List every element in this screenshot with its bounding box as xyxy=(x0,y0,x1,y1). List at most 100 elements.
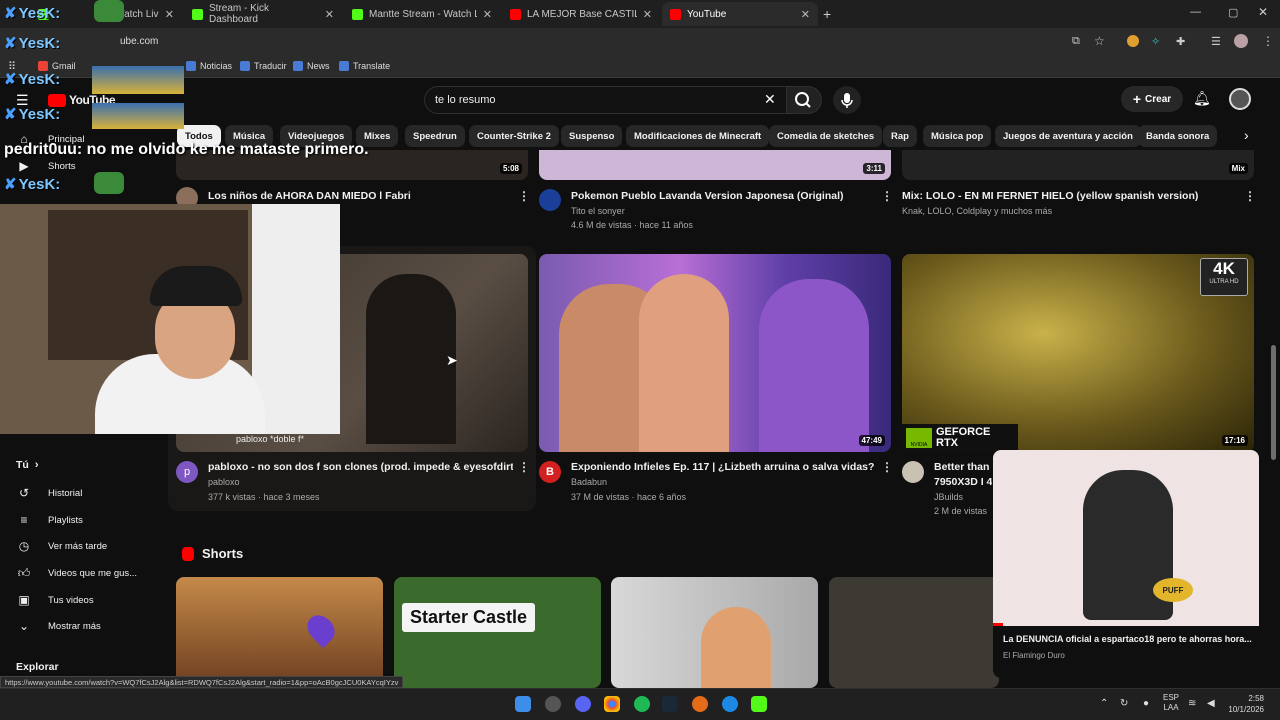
profile-avatar[interactable] xyxy=(1234,34,1248,48)
video-thumbnail[interactable]: 3:11 xyxy=(539,150,891,180)
browser-tab-3[interactable]: Mantte Stream - Watch Live on ✕ xyxy=(344,2,500,26)
chip-aventura-accion[interactable]: Juegos de aventura y acción xyxy=(995,125,1141,147)
more-options-icon[interactable]: ⋮ xyxy=(881,189,893,203)
close-icon[interactable]: ✕ xyxy=(325,8,334,21)
sidebar-item-shorts[interactable]: ▶ Shorts xyxy=(16,159,75,173)
short-thumbnail[interactable]: Starter Castle xyxy=(394,577,601,688)
bookmark-translate[interactable]: Translate xyxy=(339,61,390,71)
bell-icon[interactable]: 🔔︎ xyxy=(1193,90,1211,107)
channel-name[interactable]: Badabun xyxy=(571,477,607,487)
chip-comedia[interactable]: Comedia de sketches xyxy=(769,125,883,147)
channel-avatar[interactable]: B xyxy=(539,461,561,483)
tab-search-icon[interactable]: ☰ xyxy=(1211,35,1221,48)
minimize-icon[interactable]: — xyxy=(1190,6,1201,18)
bookmark-news[interactable]: News xyxy=(293,61,330,71)
steam-icon[interactable] xyxy=(662,696,678,712)
bookmark-traducir[interactable]: Traducir xyxy=(240,61,287,71)
progress-bar[interactable] xyxy=(993,623,1003,626)
bookmark-star-icon[interactable]: ☆ xyxy=(1094,34,1105,48)
chip-counter-strike[interactable]: Counter-Strike 2 xyxy=(469,125,559,147)
create-button[interactable]: + Crear xyxy=(1121,86,1183,112)
chrome-icon[interactable] xyxy=(604,696,620,712)
close-icon[interactable]: ✕ xyxy=(801,8,810,21)
chip-speedrun[interactable]: Speedrun xyxy=(405,125,465,147)
menu-icon[interactable]: ⋮ xyxy=(1262,34,1274,48)
video-title[interactable]: Better than N xyxy=(934,461,992,473)
scrollbar-thumb[interactable] xyxy=(1271,345,1276,460)
more-options-icon[interactable]: ⋮ xyxy=(518,460,530,474)
mic-tray-icon[interactable]: ● xyxy=(1143,698,1149,709)
video-title[interactable]: Pokemon Pueblo Lavanda Version Japonesa … xyxy=(571,190,881,202)
video-thumbnail[interactable]: 47:49 xyxy=(539,254,891,452)
short-thumbnail[interactable] xyxy=(611,577,818,688)
maximize-icon[interactable]: ▢ xyxy=(1228,6,1238,19)
chevron-right-icon[interactable]: › xyxy=(1244,127,1249,143)
sidebar-item-tus-videos[interactable]: ▣ Tus videos xyxy=(16,593,93,607)
sidebar-item-mostrar-mas[interactable]: ⌄ Mostrar más xyxy=(16,619,101,633)
sidebar-item-ver-mas-tarde[interactable]: ◷ Ver más tarde xyxy=(16,539,107,553)
more-options-icon[interactable]: ⋮ xyxy=(1244,189,1256,203)
language-indicator[interactable]: ESP LAA xyxy=(1163,693,1179,713)
mini-player-channel[interactable]: El Flamingo Duro xyxy=(1003,651,1065,660)
more-options-icon[interactable]: ⋮ xyxy=(518,189,530,203)
extension-icon[interactable]: ✧ xyxy=(1151,35,1160,48)
sidebar-item-historial[interactable]: ↺ Historial xyxy=(16,486,82,500)
start-icon[interactable] xyxy=(515,696,531,712)
kick-icon[interactable] xyxy=(751,696,767,712)
search-button[interactable] xyxy=(786,86,822,114)
video-title[interactable]: Los niños de AHORA DAN MIEDO l Fabri xyxy=(208,190,508,202)
mini-player[interactable]: PUFF La DENUNCIA oficial a espartaco18 p… xyxy=(993,450,1259,678)
app-icon[interactable] xyxy=(722,696,738,712)
account-avatar[interactable] xyxy=(1229,88,1251,110)
video-title[interactable]: Exponiendo Infieles Ep. 117 | ¿Lizbeth a… xyxy=(571,461,876,473)
network-icon[interactable]: ↻ xyxy=(1120,698,1128,709)
chip-banda-sonora[interactable]: Banda sonora xyxy=(1138,125,1218,147)
new-tab-button[interactable]: + xyxy=(823,6,831,22)
bookmark-noticias[interactable]: Noticias xyxy=(186,61,232,71)
channel-name[interactable]: Tito el sonyer xyxy=(571,206,625,216)
short-thumbnail[interactable] xyxy=(176,577,383,688)
channel-name[interactable]: pabloxo xyxy=(208,477,240,487)
spotify-icon[interactable] xyxy=(634,696,650,712)
more-options-icon[interactable]: ⋮ xyxy=(881,460,893,474)
sidebar-item-playlists[interactable]: ≡ Playlists xyxy=(16,513,82,527)
browser-tab-4[interactable]: LA MEJOR Base CASTILLO para ✕ xyxy=(502,2,660,26)
channel-name[interactable]: JBuilds xyxy=(934,492,963,502)
close-icon[interactable]: ✕ xyxy=(165,8,174,21)
install-icon[interactable]: ⧉ xyxy=(1072,35,1080,48)
clear-search-icon[interactable]: ✕ xyxy=(764,91,776,108)
mini-player-video[interactable]: PUFF xyxy=(993,450,1259,626)
browser-tab-2[interactable]: Stream - Kick Dashboard ✕ xyxy=(184,2,342,26)
url-field[interactable]: ube.com xyxy=(120,36,158,47)
voice-search-button[interactable] xyxy=(833,86,861,114)
sidebar-item-videos-que-me-gustan[interactable]: 👍︎ Videos que me gus... xyxy=(16,566,137,580)
close-window-icon[interactable]: ✕ xyxy=(1258,5,1268,19)
app-icon[interactable] xyxy=(692,696,708,712)
short-thumbnail[interactable] xyxy=(829,577,999,688)
app-icon[interactable] xyxy=(545,696,561,712)
video-title[interactable]: Mix: LOLO - EN MI FERNET HIELO (yellow s… xyxy=(902,190,1232,202)
chip-suspenso[interactable]: Suspenso xyxy=(561,125,623,147)
mix-thumbnail[interactable]: Mix xyxy=(902,150,1254,180)
puzzle-icon[interactable]: ✚ xyxy=(1176,35,1185,48)
discord-icon[interactable] xyxy=(575,696,591,712)
speaker-icon[interactable]: ◀ xyxy=(1207,698,1215,709)
browser-tab-5[interactable]: YouTube ✕ xyxy=(662,2,818,26)
channel-avatar[interactable]: p xyxy=(176,461,198,483)
channel-avatar[interactable] xyxy=(539,189,561,211)
video-title[interactable]: pabloxo - no son dos f son clones (prod.… xyxy=(208,461,513,473)
close-icon[interactable]: ✕ xyxy=(643,8,652,21)
channel-avatar[interactable] xyxy=(902,461,924,483)
chip-musica-pop[interactable]: Música pop xyxy=(923,125,992,147)
mini-player-title[interactable]: La DENUNCIA oficial a espartaco18 pero t… xyxy=(1003,634,1253,644)
video-thumbnail[interactable]: 4K ULTRA HD NVIDIA GEFORCE RTX 17:16 xyxy=(902,254,1254,452)
clock[interactable]: 2:58 10/1/2026 xyxy=(1224,693,1264,715)
wifi-icon[interactable]: ≋ xyxy=(1188,698,1196,709)
extension-icon[interactable] xyxy=(1127,35,1139,47)
chip-minecraft-mods[interactable]: Modificaciones de Minecraft xyxy=(626,125,770,147)
chip-rap[interactable]: Rap xyxy=(883,125,917,147)
sidebar-you-header[interactable]: Tú › xyxy=(16,459,39,471)
chevron-up-icon[interactable]: ⌃ xyxy=(1100,698,1108,709)
search-input[interactable]: te lo resumo xyxy=(424,86,788,114)
close-icon[interactable]: ✕ xyxy=(483,8,492,21)
